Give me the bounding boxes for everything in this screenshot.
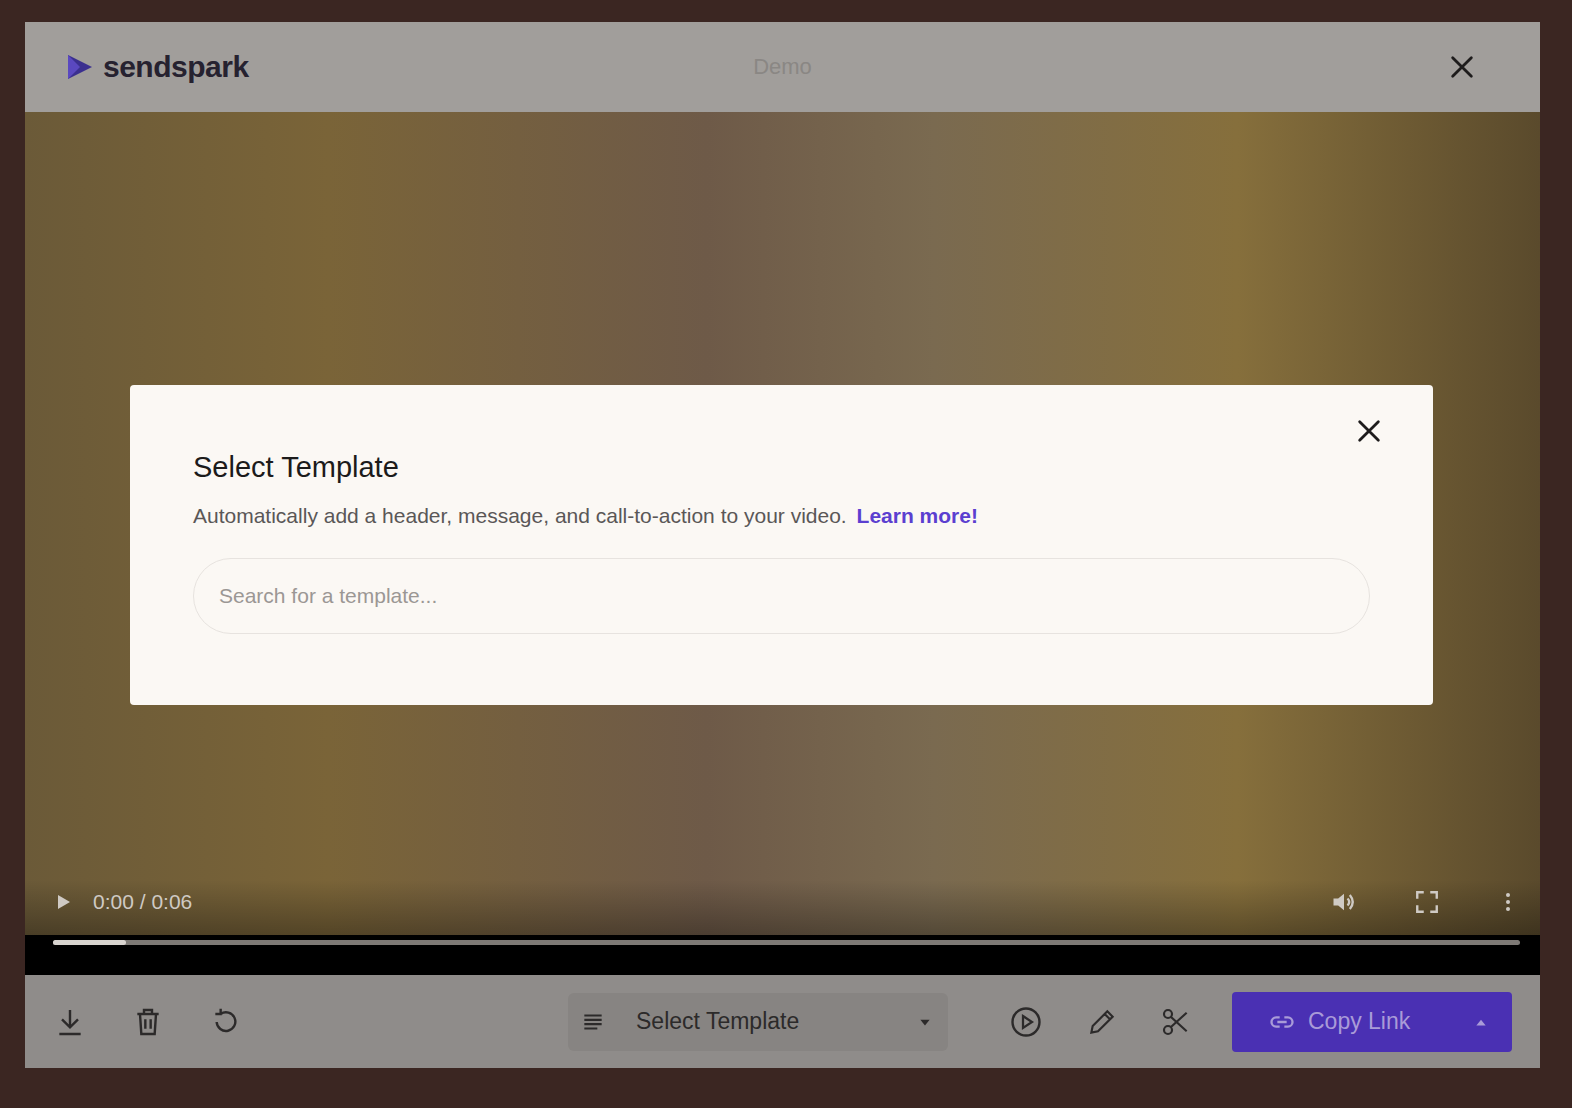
- template-search-input[interactable]: [193, 558, 1370, 634]
- app-window: sendspark Demo 0:00 / 0:06 Select Templa…: [25, 22, 1540, 1068]
- play-circle-icon[interactable]: [1008, 1004, 1044, 1040]
- video-time: 0:00 / 0:06: [93, 890, 192, 914]
- list-icon: [580, 1009, 606, 1035]
- copy-link-label: Copy Link: [1308, 1008, 1462, 1035]
- header: sendspark Demo: [25, 22, 1540, 112]
- modal-close-icon[interactable]: [1355, 417, 1383, 445]
- toolbar: Select Template Copy Link: [25, 975, 1540, 1068]
- select-template-modal: Select Template Automatically add a head…: [130, 385, 1433, 705]
- download-icon[interactable]: [54, 1006, 86, 1038]
- video-controls: 0:00 / 0:06: [25, 880, 1540, 975]
- modal-title: Select Template: [193, 451, 399, 484]
- caret-down-icon: [918, 1015, 932, 1029]
- play-icon[interactable]: [53, 892, 73, 912]
- trash-icon[interactable]: [132, 1006, 164, 1038]
- progress-fill: [53, 940, 126, 945]
- link-icon: [1268, 1008, 1296, 1036]
- caret-up-icon[interactable]: [1474, 1015, 1488, 1029]
- progress-track[interactable]: [53, 940, 1520, 945]
- reset-icon[interactable]: [210, 1006, 242, 1038]
- logo[interactable]: sendspark: [65, 50, 249, 84]
- template-select-label: Select Template: [636, 1008, 888, 1035]
- scissors-icon[interactable]: [1160, 1006, 1192, 1038]
- more-icon[interactable]: [1496, 890, 1520, 914]
- copy-link-button[interactable]: Copy Link: [1232, 992, 1512, 1052]
- modal-description: Automatically add a header, message, and…: [193, 504, 1383, 528]
- volume-icon[interactable]: [1330, 888, 1358, 916]
- fullscreen-icon[interactable]: [1414, 889, 1440, 915]
- pencil-icon[interactable]: [1086, 1006, 1118, 1038]
- template-select[interactable]: Select Template: [568, 993, 948, 1051]
- description-text: Automatically add a header, message, and…: [193, 504, 847, 527]
- learn-more-link[interactable]: Learn more!: [857, 504, 978, 527]
- window-title: Demo: [25, 54, 1540, 80]
- logo-icon: [65, 52, 95, 82]
- page: sendspark Demo 0:00 / 0:06 Select Templa…: [0, 0, 1572, 1108]
- close-icon[interactable]: [1448, 53, 1476, 81]
- logo-text: sendspark: [103, 50, 249, 84]
